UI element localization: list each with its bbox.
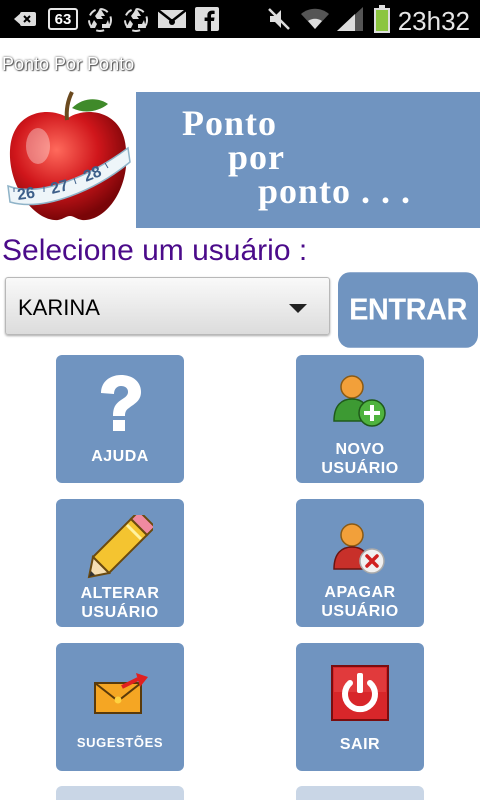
clock-time: 23h32 — [397, 6, 470, 36]
signal-icon — [336, 6, 364, 32]
question-mark-icon — [56, 375, 184, 431]
next-tile-partial — [56, 786, 184, 800]
banner-line-3: ponto . . . — [258, 171, 412, 211]
edit-user-label-line2: USUÁRIO — [81, 604, 159, 621]
delete-user-label: APAGAR USUÁRIO — [296, 583, 424, 621]
user-dropdown-value: KARINA — [18, 295, 100, 320]
new-user-label-line2: USUÁRIO — [321, 460, 399, 477]
enter-button[interactable]: ENTRAR — [338, 272, 478, 348]
app-banner: Ponto por ponto . . . — [136, 92, 480, 228]
edit-user-button[interactable]: ALTERAR USUÁRIO — [56, 499, 184, 627]
edit-user-label: ALTERAR USUÁRIO — [56, 584, 184, 622]
user-dropdown[interactable]: KARINA — [5, 277, 330, 335]
delete-user-label-line1: APAGAR — [324, 584, 396, 601]
recycle-icon — [120, 6, 152, 32]
exit-button[interactable]: SAIR — [296, 643, 424, 771]
svg-text:26: 26 — [16, 185, 36, 204]
new-user-label-line1: NOVO — [335, 441, 385, 458]
battery-icon — [372, 5, 392, 33]
mute-icon — [266, 6, 292, 32]
back-arrow-icon — [10, 6, 40, 32]
power-icon — [296, 665, 424, 721]
help-label: AJUDA — [91, 448, 149, 465]
pencil-icon — [56, 515, 184, 579]
delete-user-icon — [296, 521, 424, 579]
notification-count-badge: 63 — [48, 8, 78, 30]
edit-user-label-line1: ALTERAR — [80, 585, 160, 602]
app-title-bar: Ponto Por Ponto — [0, 38, 480, 88]
suggestions-label: SUGESTÕES — [76, 735, 164, 750]
app-title: Ponto Por Ponto — [2, 54, 135, 74]
help-button[interactable]: AJUDA — [56, 355, 184, 483]
mail-send-icon — [56, 673, 184, 717]
status-bar: 63 23h32 — [0, 0, 480, 38]
exit-label: SAIR — [339, 736, 381, 753]
delete-user-button[interactable]: APAGAR USUÁRIO — [296, 499, 424, 627]
recycle-icon — [84, 6, 116, 32]
caret-down-icon — [289, 304, 307, 313]
mail-icon — [156, 6, 188, 32]
facebook-icon — [194, 6, 220, 32]
add-user-icon — [296, 373, 424, 431]
next-tile-partial — [296, 786, 424, 800]
suggestions-button[interactable]: SUGESTÕES — [56, 643, 184, 771]
new-user-button[interactable]: NOVO USUÁRIO — [296, 355, 424, 483]
apple-measuring-tape-logo: 26 27 28 — [0, 88, 136, 228]
wifi-icon — [300, 6, 330, 32]
new-user-label: NOVO USUÁRIO — [296, 440, 424, 478]
delete-user-label-line2: USUÁRIO — [321, 603, 399, 620]
select-user-label: Selecione um usuário : — [2, 234, 308, 267]
